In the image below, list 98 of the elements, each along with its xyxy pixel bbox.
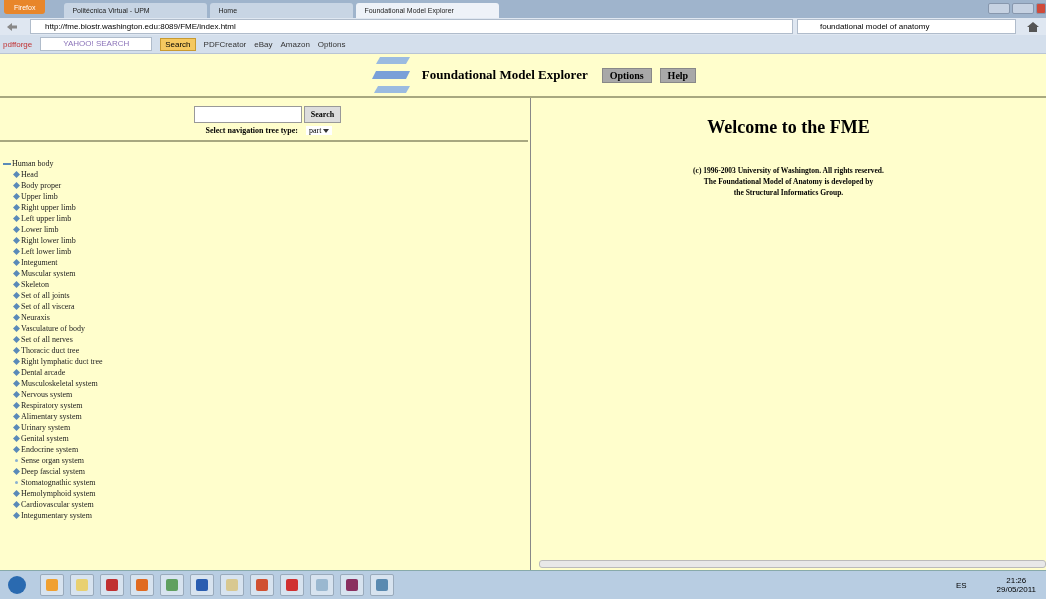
tree-item[interactable]: Right lymphatic duct tree <box>21 357 103 366</box>
maximize-icon[interactable] <box>1012 3 1034 14</box>
tree-item[interactable]: Hemolymphoid system <box>21 489 96 498</box>
expand-icon[interactable] <box>13 446 20 453</box>
tree-type-dropdown[interactable]: part <box>306 126 333 135</box>
search-field[interactable] <box>193 106 302 123</box>
taskbar-app-icon[interactable] <box>250 574 274 596</box>
close-icon[interactable] <box>1036 3 1046 14</box>
expand-icon[interactable] <box>13 204 20 211</box>
tree-item[interactable]: Left upper limb <box>21 214 72 223</box>
tree-item[interactable]: Lower limb <box>21 225 59 234</box>
welcome-heading: Welcome to the FME <box>707 117 870 138</box>
menu-button[interactable]: Options <box>601 67 652 83</box>
tree-item[interactable]: Set of all viscera <box>21 302 75 311</box>
address-field[interactable]: http://fme.biostr.washington.edu:8089/FME/index.html <box>30 19 793 34</box>
tree-item[interactable]: Right lower limb <box>21 236 76 245</box>
tree-item[interactable]: Thoracic duct tree <box>21 346 80 355</box>
expand-icon[interactable] <box>13 226 20 233</box>
expand-icon[interactable] <box>13 490 20 497</box>
taskbar-app-icon[interactable] <box>280 574 304 596</box>
expand-icon[interactable] <box>13 413 20 420</box>
bookmark-link[interactable]: PDFCreator <box>203 39 247 49</box>
search-button[interactable]: Search <box>303 106 342 123</box>
taskbar-app-icon[interactable] <box>100 574 124 596</box>
expand-icon[interactable] <box>13 292 20 299</box>
expand-icon[interactable] <box>13 314 20 321</box>
expand-icon[interactable] <box>13 182 20 189</box>
expand-icon[interactable] <box>13 512 20 519</box>
expand-icon[interactable] <box>13 435 20 442</box>
tree-item[interactable]: Sense organ system <box>21 456 84 465</box>
tree-type-label: Select navigation tree type: <box>205 126 299 135</box>
tree-item[interactable]: Vasculature of body <box>21 324 85 333</box>
expand-icon[interactable] <box>13 358 20 365</box>
taskbar-app-icon[interactable] <box>190 574 214 596</box>
expand-icon[interactable] <box>13 193 20 200</box>
taskbar-app-icon[interactable] <box>370 574 394 596</box>
tree-item[interactable]: Body proper <box>21 181 62 190</box>
expand-icon[interactable] <box>13 391 20 398</box>
yahoo-search-field[interactable]: YAHOO! SEARCH <box>40 37 153 51</box>
tree-item[interactable]: Urinary system <box>21 423 71 432</box>
tree-item[interactable]: Nervous system <box>21 390 73 399</box>
search-field[interactable]: foundational model of anatomy <box>797 19 1016 34</box>
expand-icon[interactable] <box>13 501 20 508</box>
horizontal-scrollbar[interactable] <box>539 560 1046 568</box>
tree-item[interactable]: Head <box>21 170 38 179</box>
expand-icon[interactable] <box>13 369 20 376</box>
tree-item[interactable]: Respiratory system <box>21 401 83 410</box>
tree-item[interactable]: Endocrine system <box>21 445 79 454</box>
back-icon[interactable] <box>6 21 18 32</box>
pdfforge-link[interactable]: pdfforge <box>3 39 33 49</box>
menu-button[interactable]: Help <box>659 67 697 83</box>
expand-icon[interactable] <box>13 270 20 277</box>
tree-item[interactable]: Neuraxis <box>21 313 50 322</box>
expand-icon[interactable] <box>13 402 20 409</box>
tree-item[interactable]: Set of all joints <box>21 291 70 300</box>
expand-icon[interactable] <box>13 347 20 354</box>
expand-icon[interactable] <box>13 424 20 431</box>
tree-item[interactable]: Left lower limb <box>21 247 72 256</box>
expand-icon[interactable] <box>13 468 20 475</box>
tree-item[interactable]: Integument <box>21 258 58 267</box>
search-button[interactable]: Search <box>160 37 196 51</box>
expand-icon[interactable] <box>13 215 20 222</box>
tree-item[interactable]: Right upper limb <box>21 203 76 212</box>
tree-item[interactable]: Muscular system <box>21 269 76 278</box>
expand-icon[interactable] <box>13 336 20 343</box>
expand-icon[interactable] <box>13 380 20 387</box>
tree-item[interactable]: Alimentary system <box>21 412 82 421</box>
minimize-icon[interactable] <box>988 3 1010 14</box>
tree-item[interactable]: Cardiovascular system <box>21 500 94 509</box>
app-title: Foundational Model Explorer <box>421 67 588 83</box>
tree-item[interactable]: Skeleton <box>21 280 49 289</box>
tree-item[interactable]: Upper limb <box>21 192 58 201</box>
expand-icon[interactable] <box>13 325 20 332</box>
tree-item[interactable]: Dental arcade <box>21 368 66 377</box>
caret-icon <box>323 129 330 133</box>
tree-item[interactable]: Deep fascial system <box>21 467 85 476</box>
tree-item[interactable]: Integumentary system <box>21 511 92 520</box>
bookmark-link[interactable]: Options <box>317 39 346 49</box>
taskbar-app-icon[interactable] <box>340 574 364 596</box>
expand-icon[interactable] <box>13 171 20 178</box>
tree-item[interactable]: Genital system <box>21 434 69 443</box>
start-button[interactable] <box>8 576 26 594</box>
tree-item[interactable]: Stomatognathic system <box>21 478 96 487</box>
expand-icon[interactable] <box>13 237 20 244</box>
language-indicator[interactable]: ES <box>955 580 967 590</box>
expand-icon[interactable] <box>13 248 20 255</box>
home-icon[interactable] <box>1026 20 1040 33</box>
tree-item[interactable]: Set of all nerves <box>21 335 73 344</box>
clock-time: 21:26 <box>1006 576 1027 585</box>
tree-item[interactable]: Musculoskeletal system <box>21 379 98 388</box>
tree-item[interactable]: Human body <box>12 159 54 168</box>
bookmark-link[interactable]: eBay <box>254 39 273 49</box>
bookmark-link[interactable]: Amazon <box>280 39 310 49</box>
expand-icon[interactable] <box>13 303 20 310</box>
clock-date: 29/05/2011 <box>996 585 1036 594</box>
expand-icon[interactable] <box>13 281 20 288</box>
expand-icon[interactable] <box>13 259 20 266</box>
taskbar-app-icon[interactable] <box>130 574 154 596</box>
